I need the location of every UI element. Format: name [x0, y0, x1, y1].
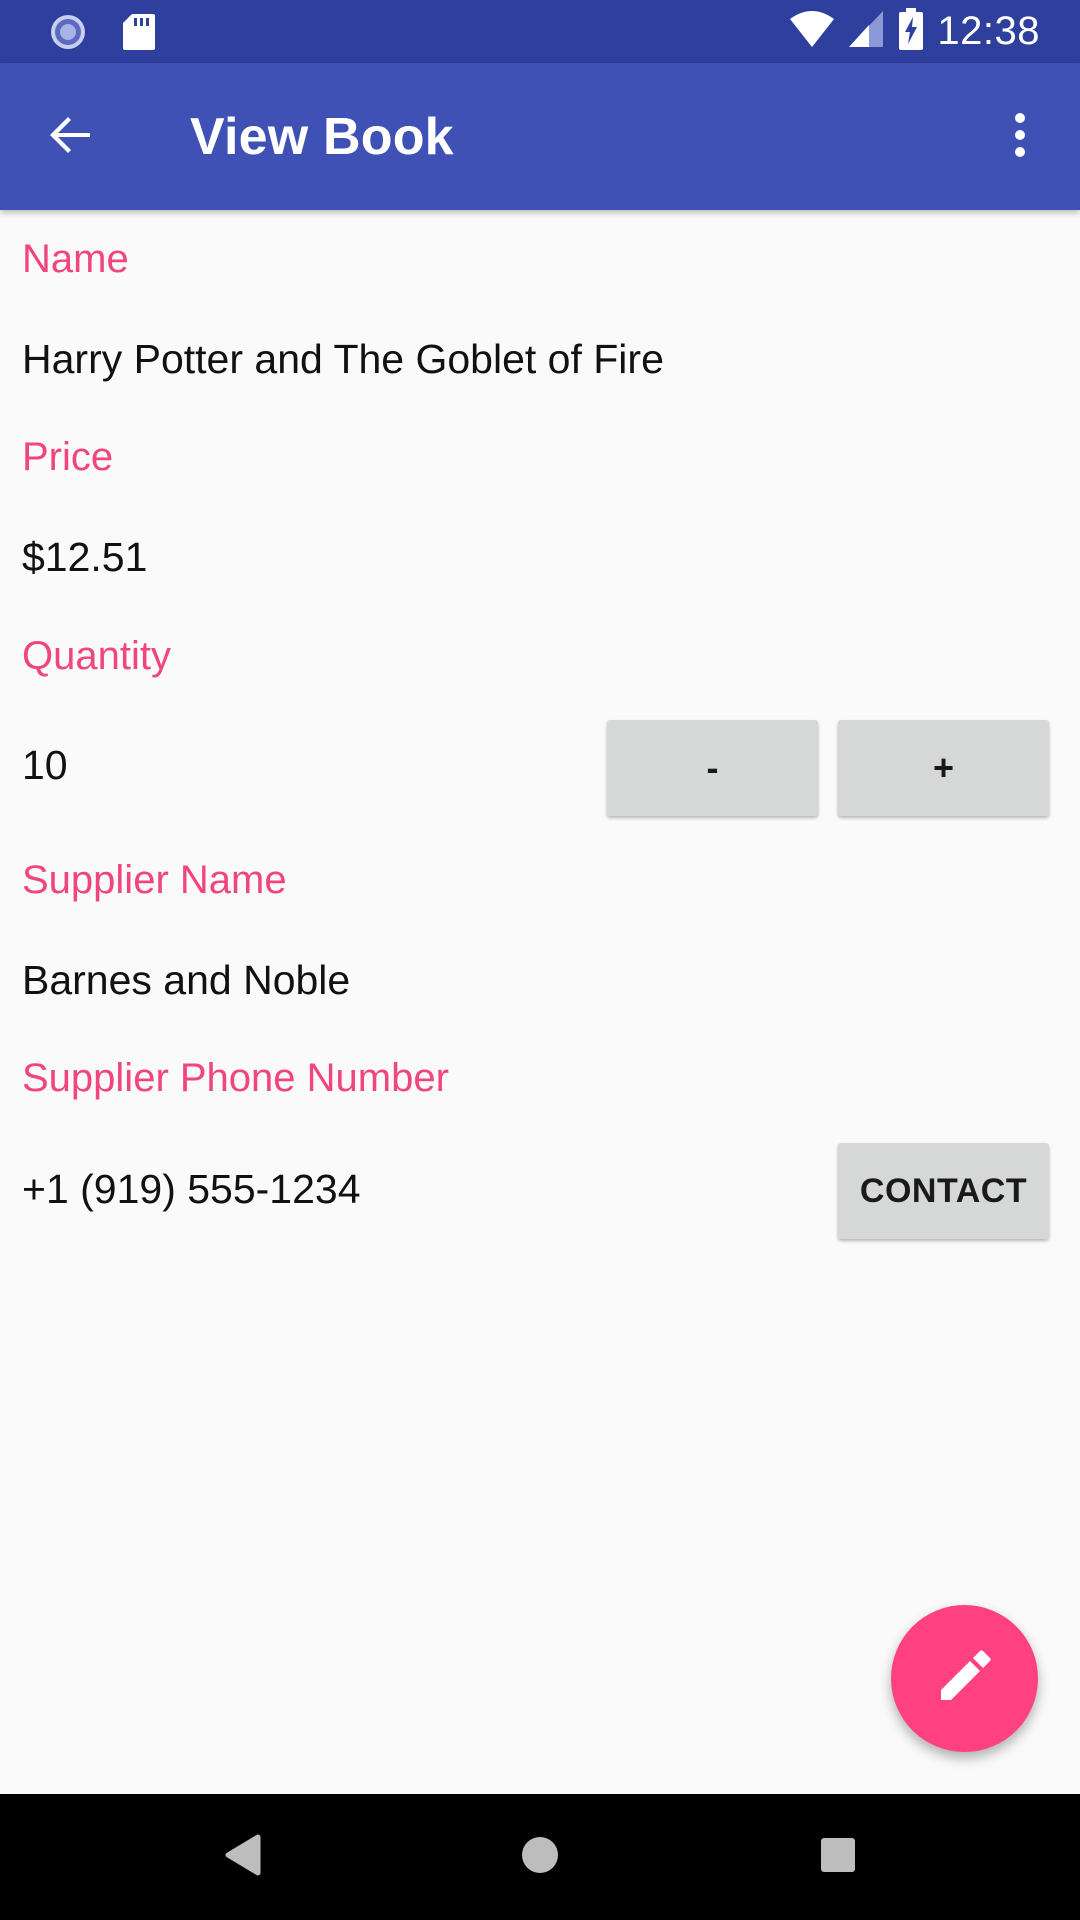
- price-label: Price: [22, 435, 114, 479]
- signal-icon: [849, 9, 885, 54]
- contact-button[interactable]: CONTACT: [838, 1143, 1049, 1239]
- status-left-icons: [48, 12, 156, 57]
- status-bar: 12:38: [0, 0, 1080, 63]
- supplier-phone-value: +1 (919) 555-1234: [22, 1166, 361, 1212]
- decrement-quantity-button[interactable]: -: [607, 720, 818, 816]
- status-time: 12:38: [937, 9, 1040, 53]
- battery-charging-icon: [899, 8, 924, 55]
- supplier-name-value: Barnes and Noble: [22, 957, 351, 1003]
- nav-back-button[interactable]: [209, 1824, 275, 1890]
- nav-home-icon: [520, 1835, 560, 1880]
- sync-icon: [48, 12, 88, 57]
- quantity-label: Quantity: [22, 634, 171, 678]
- status-right-icons: 12:38: [789, 8, 1040, 55]
- page-title: View Book: [190, 108, 454, 166]
- supplier-name-label: Supplier Name: [22, 858, 287, 902]
- edit-fab-button[interactable]: [891, 1605, 1038, 1752]
- name-label: Name: [22, 237, 129, 281]
- quantity-value: 10: [22, 742, 68, 788]
- increment-quantity-button[interactable]: +: [838, 720, 1049, 816]
- edit-icon: [939, 1650, 991, 1707]
- wifi-icon: [789, 9, 835, 54]
- nav-home-button[interactable]: [507, 1824, 573, 1890]
- back-button[interactable]: [40, 107, 100, 167]
- supplier-phone-label: Supplier Phone Number: [22, 1056, 449, 1100]
- nav-recents-button[interactable]: [805, 1824, 871, 1890]
- app-bar: View Book: [0, 63, 1080, 210]
- overflow-menu-button[interactable]: [990, 107, 1050, 167]
- price-value: $12.51: [22, 534, 148, 580]
- screen: 12:38 View Book Name Harry Potter and Th…: [0, 0, 1080, 1920]
- sd-card-icon: [122, 13, 156, 56]
- name-value: Harry Potter and The Goblet of Fire: [22, 336, 664, 382]
- more-vert-icon: [1012, 112, 1028, 163]
- nav-recents-icon: [820, 1837, 856, 1878]
- nav-back-icon: [222, 1833, 262, 1882]
- arrow-back-icon: [46, 111, 94, 164]
- system-nav-bar: [0, 1794, 1080, 1920]
